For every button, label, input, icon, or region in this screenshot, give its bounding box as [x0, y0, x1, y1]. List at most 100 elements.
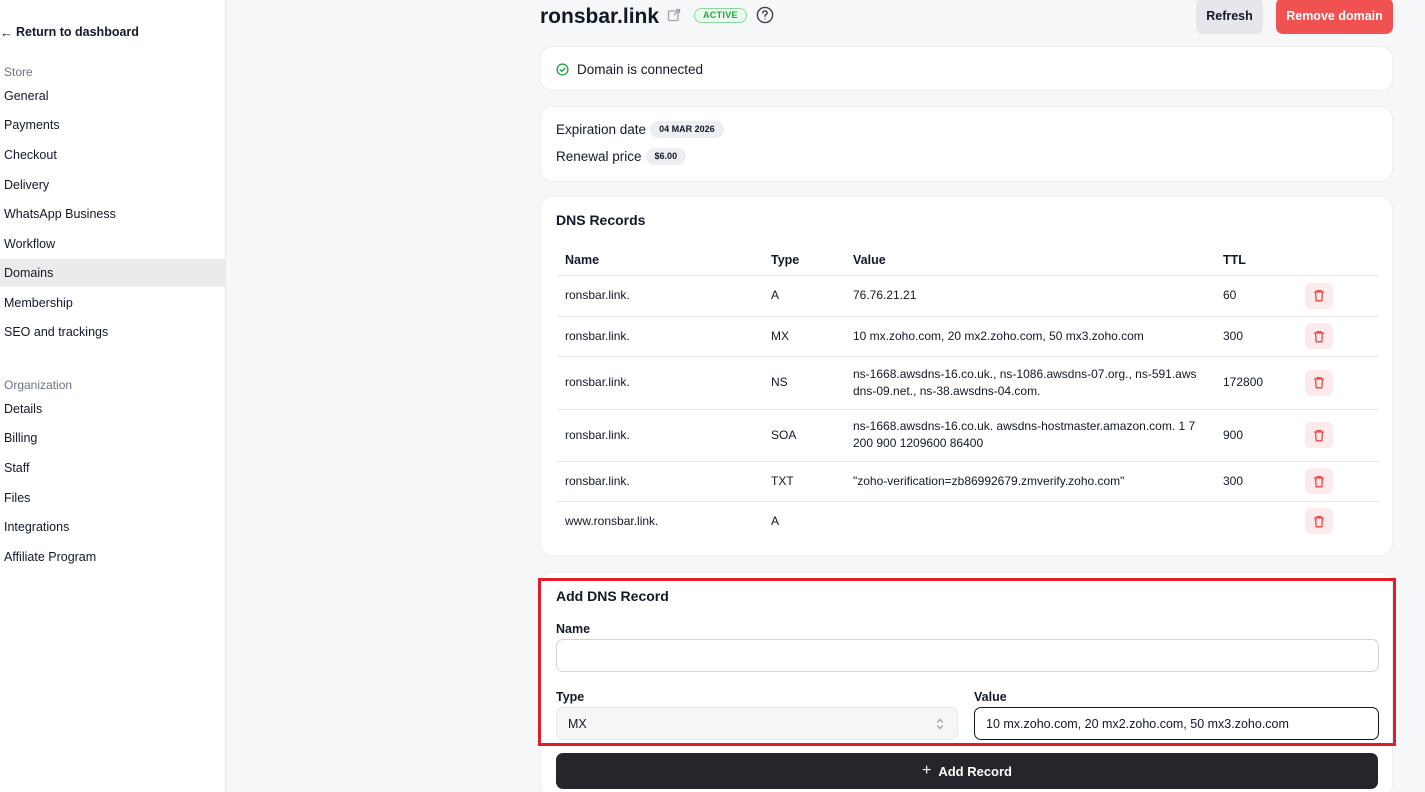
record-value: "zoho-verification=zb86992679.zmverify.z… — [845, 461, 1215, 502]
column-header-name: Name — [557, 245, 763, 276]
trash-icon — [1314, 429, 1324, 441]
dns-records-table: Name Type Value TTL ronsbar.link. A 76.7… — [557, 245, 1379, 541]
record-value: ns-1668.awsdns-16.co.uk. awsdns-hostmast… — [845, 409, 1215, 462]
sidebar-item-staff[interactable]: Staff — [0, 454, 225, 482]
name-field-label: Name — [556, 622, 591, 636]
trash-icon — [1314, 330, 1324, 342]
renewal-price-badge: $6.00 — [645, 148, 687, 165]
column-header-ttl: TTL — [1215, 245, 1297, 276]
record-type: TXT — [763, 461, 845, 502]
column-header-type: Type — [763, 245, 845, 276]
record-name: ronsbar.link. — [557, 316, 763, 357]
type-field-label: Type — [556, 690, 585, 704]
record-ttl: 172800 — [1215, 356, 1297, 410]
domain-header: ronsbar.link ACTIVE Refresh Remove domai… — [540, 0, 1393, 34]
expiration-row: Expiration date 04 MAR 2026 — [556, 121, 724, 138]
refresh-button[interactable]: Refresh — [1196, 0, 1263, 34]
record-ttl: 60 — [1215, 275, 1297, 317]
delete-record-button[interactable] — [1305, 323, 1333, 349]
column-header-actions — [1297, 245, 1379, 276]
remove-domain-button[interactable]: Remove domain — [1276, 0, 1393, 34]
sidebar-item-delivery[interactable]: Delivery — [0, 171, 225, 199]
record-name: ronsbar.link. — [557, 409, 763, 462]
record-name: ronsbar.link. — [557, 275, 763, 317]
delete-record-button[interactable] — [1305, 468, 1333, 494]
delete-record-button[interactable] — [1305, 369, 1333, 396]
chevron-up-down-icon — [936, 718, 944, 730]
type-select-value: MX — [568, 716, 587, 731]
table-row: ronsbar.link. TXT "zoho-verification=zb8… — [557, 461, 1379, 502]
delete-record-button[interactable] — [1305, 422, 1333, 448]
table-row: ronsbar.link. SOA ns-1668.awsdns-16.co.u… — [557, 409, 1379, 462]
return-to-dashboard-link[interactable]: ← Return to dashboard — [0, 24, 139, 40]
record-ttl: 300 — [1215, 316, 1297, 357]
record-value — [845, 501, 1215, 541]
column-header-value: Value — [845, 245, 1215, 276]
record-value: 10 mx.zoho.com, 20 mx2.zoho.com, 50 mx3.… — [845, 316, 1215, 357]
sidebar-item-workflow[interactable]: Workflow — [0, 230, 225, 258]
sidebar: ← Return to dashboard Store General Paym… — [0, 0, 226, 792]
renewal-label: Renewal price — [556, 149, 642, 164]
add-record-button[interactable]: + Add Record — [556, 753, 1378, 789]
sidebar-item-payments[interactable]: Payments — [0, 111, 225, 139]
sidebar-item-billing[interactable]: Billing — [0, 424, 225, 452]
external-link-icon[interactable] — [667, 8, 681, 22]
add-dns-record-title: Add DNS Record — [556, 588, 669, 604]
connection-status-text: Domain is connected — [577, 62, 704, 77]
sidebar-item-details[interactable]: Details — [0, 395, 225, 423]
dns-records-card: DNS Records Name Type Value TTL ronsbar.… — [540, 196, 1393, 556]
expiration-label: Expiration date — [556, 122, 647, 137]
record-name: ronsbar.link. — [557, 461, 763, 502]
status-badge: ACTIVE — [694, 8, 747, 23]
record-actions — [1297, 501, 1379, 541]
add-record-label: Add Record — [938, 763, 1012, 779]
connection-status-card: Domain is connected — [540, 46, 1393, 91]
name-input[interactable] — [556, 639, 1379, 672]
expiration-date-badge: 04 MAR 2026 — [650, 121, 724, 138]
section-label-store: Store — [4, 65, 33, 79]
sidebar-item-membership[interactable]: Membership — [0, 289, 225, 317]
record-type: SOA — [763, 409, 845, 462]
record-value: 76.76.21.21 — [845, 275, 1215, 317]
trash-icon — [1314, 515, 1324, 528]
sidebar-item-files[interactable]: Files — [0, 484, 225, 512]
sidebar-item-affiliate-program[interactable]: Affiliate Program — [0, 543, 225, 571]
domain-title: ronsbar.link — [540, 5, 660, 28]
record-ttl: 900 — [1215, 409, 1297, 462]
record-name: ronsbar.link. — [557, 356, 763, 410]
table-row: ronsbar.link. MX 10 mx.zoho.com, 20 mx2.… — [557, 316, 1379, 357]
record-ttl — [1215, 501, 1297, 541]
sidebar-item-general[interactable]: General — [0, 82, 225, 110]
record-value: ns-1668.awsdns-16.co.uk., ns-1086.awsdns… — [845, 356, 1215, 410]
record-actions — [1297, 275, 1379, 317]
value-field-label: Value — [974, 690, 1007, 704]
record-actions — [1297, 461, 1379, 502]
arrow-left-icon: ← — [0, 24, 13, 40]
sidebar-item-integrations[interactable]: Integrations — [0, 513, 225, 541]
record-ttl: 300 — [1215, 461, 1297, 502]
record-actions — [1297, 356, 1379, 410]
table-row: www.ronsbar.link. A — [557, 501, 1379, 541]
delete-record-button[interactable] — [1305, 508, 1333, 535]
connection-status: Domain is connected — [556, 62, 703, 77]
delete-record-button[interactable] — [1305, 282, 1333, 309]
record-type: MX — [763, 316, 845, 357]
table-row: ronsbar.link. NS ns-1668.awsdns-16.co.uk… — [557, 356, 1379, 410]
plus-icon: + — [921, 762, 932, 779]
record-type: A — [763, 275, 845, 317]
record-type: A — [771, 513, 780, 528]
trash-icon — [1314, 376, 1324, 389]
section-label-organization: Organization — [4, 378, 73, 392]
table-row: ronsbar.link. A 76.76.21.21 60 — [557, 275, 1379, 317]
help-circle-icon[interactable] — [756, 6, 774, 24]
record-actions — [1297, 316, 1379, 357]
sidebar-item-checkout[interactable]: Checkout — [0, 141, 225, 169]
type-select[interactable]: MX — [556, 707, 958, 740]
sidebar-item-whatsapp-business[interactable]: WhatsApp Business — [0, 200, 225, 228]
sidebar-item-seo-and-trackings[interactable]: SEO and trackings — [0, 318, 225, 346]
check-circle-icon — [556, 63, 569, 76]
value-input[interactable] — [974, 707, 1379, 740]
sidebar-item-domains[interactable]: Domains — [0, 259, 225, 287]
renewal-row: Renewal price $6.00 — [556, 148, 687, 165]
table-header-row: Name Type Value TTL — [557, 245, 1379, 276]
